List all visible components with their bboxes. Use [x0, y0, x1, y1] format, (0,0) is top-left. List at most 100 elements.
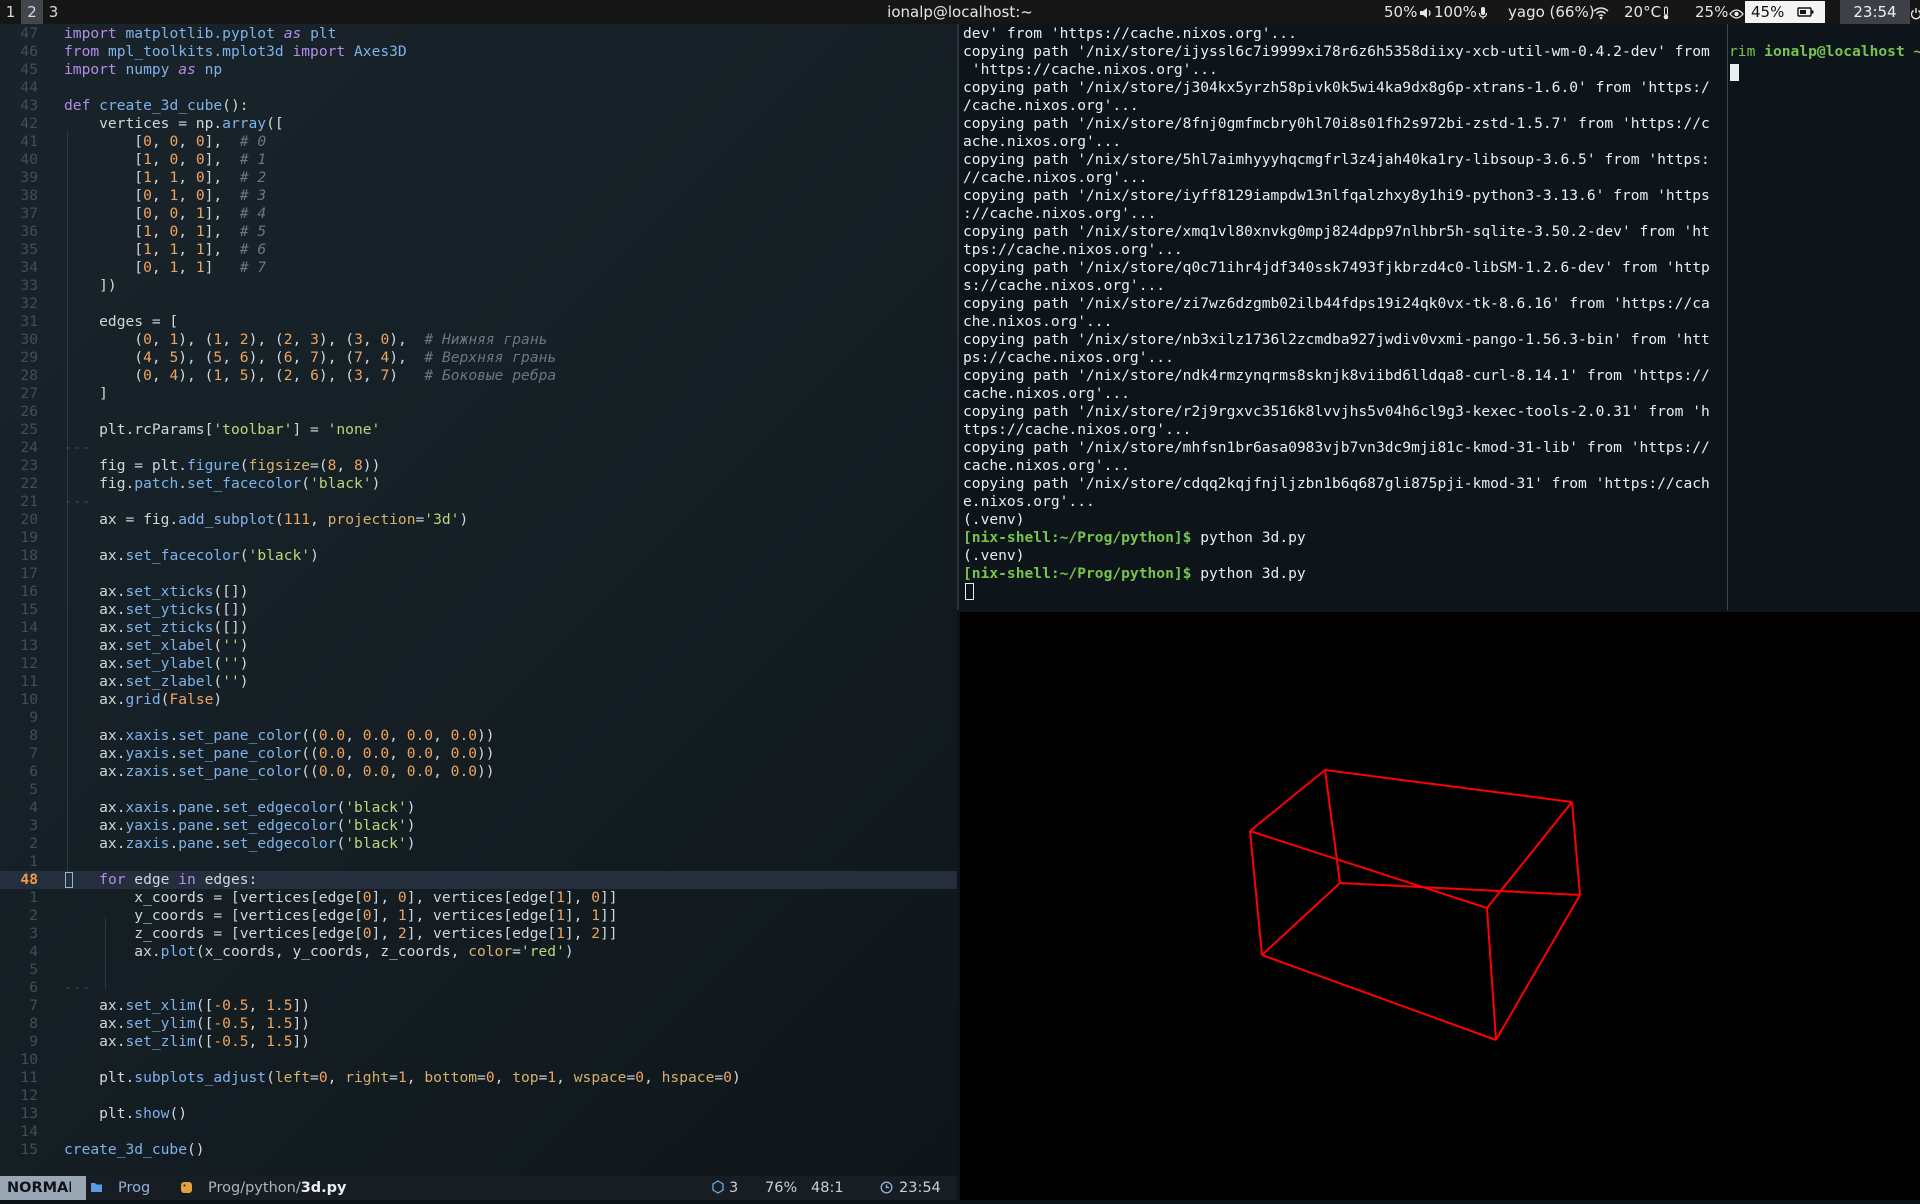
code-text: ax.xaxis.pane.set_edgecolor('black') [64, 799, 416, 816]
code-line[interactable]: 2 y_coords = [vertices[edge[0], 1], vert… [0, 907, 957, 925]
code-line[interactable]: 31 edges = [ [0, 313, 957, 331]
code-line[interactable]: 10 [0, 1051, 957, 1069]
code-line[interactable]: 18 ax.set_facecolor('black') [0, 547, 957, 565]
code-line[interactable]: 38 [0, 1, 0], # 3 [0, 187, 957, 205]
line-number: 8 [29, 1015, 38, 1032]
code-line[interactable]: 19 [0, 529, 957, 547]
code-line[interactable]: 11 ax.set_zlabel('') [0, 673, 957, 691]
code-line[interactable]: 32 [0, 295, 957, 313]
code-line[interactable]: 21 --- [0, 493, 957, 511]
terminal-pane-small[interactable]: ionalp@localhost ~$ g rim [1727, 24, 1920, 610]
code-line[interactable]: 7 ax.set_xlim([-0.5, 1.5]) [0, 997, 957, 1015]
terminal-output-line: copying path '/nix/store/iyff8129iampdw1… [963, 187, 1710, 204]
matplotlib-plot-window[interactable] [960, 612, 1920, 1200]
cube-edge [1249, 830, 1263, 956]
code-line[interactable]: 26 [0, 403, 957, 421]
code-line[interactable]: 6 ax.zaxis.set_pane_color((0.0, 0.0, 0.0… [0, 763, 957, 781]
code-line[interactable]: 30 (0, 1), (1, 2), (2, 3), (3, 0), # Ниж… [0, 331, 957, 349]
cube-edge [1261, 882, 1341, 956]
code-line[interactable]: 1 x_coords = [vertices[edge[0], 0], vert… [0, 889, 957, 907]
volume-icon[interactable] [1419, 0, 1433, 24]
code-line[interactable]: 29 (4, 5), (5, 6), (6, 7), (7, 4), # Вер… [0, 349, 957, 367]
code-text: plt.rcParams['toolbar'] = 'none' [64, 421, 381, 438]
code-line[interactable]: 35 [1, 1, 1], # 6 [0, 241, 957, 259]
code-line[interactable]: 9 [0, 709, 957, 727]
code-line[interactable]: 20 ax = fig.add_subplot(111, projection=… [0, 511, 957, 529]
code-line[interactable]: 39 [1, 1, 0], # 2 [0, 169, 957, 187]
code-line[interactable]: 13 ax.set_xlabel('') [0, 637, 957, 655]
status-line: NORMAL Prog Prog/python/3d.py 3 76% 48:1… [0, 1176, 957, 1200]
terminal-output-line: /cache.nixos.org'... [963, 97, 1139, 114]
code-line[interactable]: 34 [0, 1, 1] # 7 [0, 259, 957, 277]
code-line[interactable]: 40 [1, 0, 0], # 1 [0, 151, 957, 169]
code-text: ax.zaxis.set_pane_color((0.0, 0.0, 0.0, … [64, 763, 495, 780]
code-line[interactable]: 37 [0, 0, 1], # 4 [0, 205, 957, 223]
code-text: ax.yaxis.set_pane_color((0.0, 0.0, 0.0, … [64, 745, 495, 762]
code-line[interactable]: 16 ax.set_xticks([]) [0, 583, 957, 601]
code-text: --- [64, 979, 91, 996]
line-number: 4 [29, 943, 38, 960]
code-line[interactable]: 33 ]) [0, 277, 957, 295]
code-line[interactable]: 24 --- [0, 439, 957, 457]
code-line-current[interactable]: 48 for edge in edges: [0, 871, 957, 889]
code-line[interactable]: 12 ax.set_ylabel('') [0, 655, 957, 673]
line-number: 6 [29, 979, 38, 996]
code-line[interactable]: 22 fig.patch.set_facecolor('black') [0, 475, 957, 493]
terminal-output-line: copying path '/nix/store/zi7wz6dzgmb02il… [963, 295, 1710, 312]
code-line[interactable]: 4 ax.plot(x_coords, y_coords, z_coords, … [0, 943, 957, 961]
code-line[interactable]: 14 [0, 1123, 957, 1141]
code-line[interactable]: 46 from mpl_toolkits.mplot3d import Axes3… [0, 43, 957, 61]
line-number: 1 [29, 889, 38, 906]
temperature-value: 20°C [1624, 3, 1662, 21]
code-line[interactable]: 15 create_3d_cube() [0, 1141, 957, 1159]
code-line[interactable]: 3 ax.yaxis.pane.set_edgecolor('black') [0, 817, 957, 835]
line-number: 44 [20, 79, 38, 96]
code-line[interactable]: 41 [0, 0, 0], # 0 [0, 133, 957, 151]
code-text: [1, 0, 1], # 5 [64, 223, 267, 240]
code-line[interactable]: 7 ax.yaxis.set_pane_color((0.0, 0.0, 0.0… [0, 745, 957, 763]
code-line[interactable]: 11 plt.subplots_adjust(left=0, right=1, … [0, 1069, 957, 1087]
code-line[interactable]: 5 [0, 961, 957, 979]
brightness-value: 50% [1384, 3, 1418, 21]
line-number: 15 [20, 601, 38, 618]
battery-value: 45% [1751, 3, 1785, 21]
code-line[interactable]: 3 z_coords = [vertices[edge[0], 2], vert… [0, 925, 957, 943]
terminal-output-line: cache.nixos.org'... [963, 385, 1130, 402]
code-line[interactable]: 36 [1, 0, 1], # 5 [0, 223, 957, 241]
code-line[interactable]: 23 fig = plt.figure(figsize=(8, 8)) [0, 457, 957, 475]
code-line[interactable]: 4 ax.xaxis.pane.set_edgecolor('black') [0, 799, 957, 817]
code-line[interactable]: 15 ax.set_yticks([]) [0, 601, 957, 619]
code-line[interactable]: 10 ax.grid(False) [0, 691, 957, 709]
code-line[interactable]: 28 (0, 4), (1, 5), (2, 6), (3, 7) # Боко… [0, 367, 957, 385]
code-line[interactable]: 1 [0, 853, 957, 871]
code-text: for edge in edges: [99, 871, 258, 888]
code-line[interactable]: 9 ax.set_zlim([-0.5, 1.5]) [0, 1033, 957, 1051]
microphone-icon[interactable] [1478, 0, 1488, 24]
code-line[interactable]: 8 ax.set_ylim([-0.5, 1.5]) [0, 1015, 957, 1033]
terminal-pane[interactable]: dev' from 'https://cache.nixos.org'... co… [957, 24, 1729, 610]
code-line[interactable]: 27 ] [0, 385, 957, 403]
code-text: ax.set_zlabel('') [64, 673, 249, 690]
code-line[interactable]: 12 [0, 1087, 957, 1105]
code-line[interactable]: 6 --- [0, 979, 957, 997]
code-line[interactable]: 5 [0, 781, 957, 799]
code-text: plt.show() [64, 1105, 188, 1122]
code-line[interactable]: 8 ax.xaxis.set_pane_color((0.0, 0.0, 0.0… [0, 727, 957, 745]
code-line[interactable]: 25 plt.rcParams['toolbar'] = 'none' [0, 421, 957, 439]
code-line[interactable]: 42 vertices = np.array([ [0, 115, 957, 133]
code-editor[interactable]: 47 import matplotlib.pyplot as plt 46 from … [0, 24, 957, 1176]
code-line[interactable]: 17 [0, 565, 957, 583]
code-line[interactable]: 14 ax.set_zticks([]) [0, 619, 957, 637]
code-line[interactable]: 2 ax.zaxis.pane.set_edgecolor('black') [0, 835, 957, 853]
code-text: ax.set_ylim([-0.5, 1.5]) [64, 1015, 311, 1032]
wifi-icon[interactable] [1593, 0, 1609, 24]
code-line[interactable]: 47 import matplotlib.pyplot as plt [0, 25, 957, 43]
battery-indicator[interactable]: 45% [1745, 1, 1825, 23]
code-line[interactable]: 13 plt.show() [0, 1105, 957, 1123]
line-number: 11 [20, 673, 38, 690]
line-number: 12 [20, 655, 38, 672]
power-icon[interactable] [1910, 0, 1920, 24]
code-line[interactable]: 44 [0, 79, 957, 97]
code-line[interactable]: 45 import numpy as np [0, 61, 957, 79]
code-line[interactable]: 43 def create_3d_cube(): [0, 97, 957, 115]
